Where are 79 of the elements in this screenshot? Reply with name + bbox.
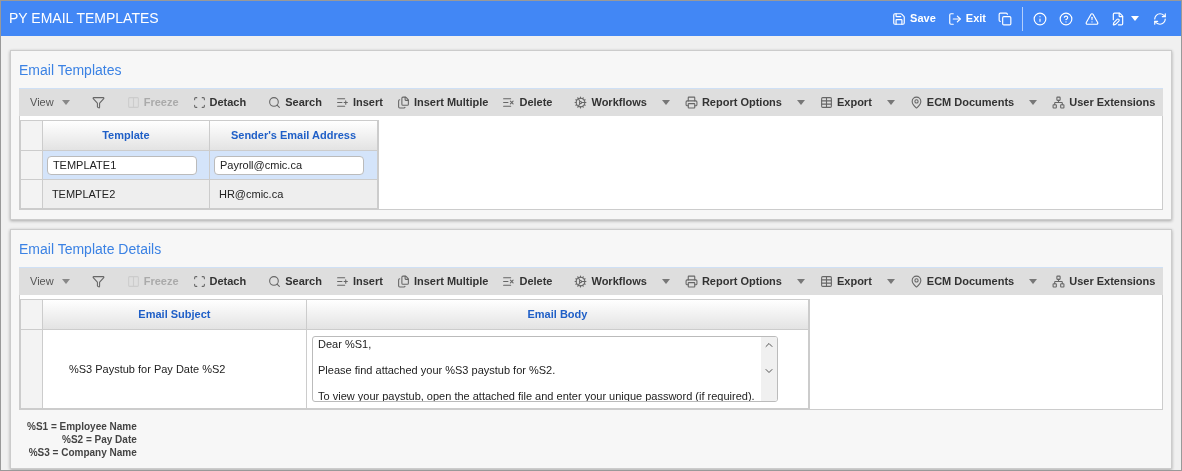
toolbar-button[interactable]: Insert	[328, 90, 390, 115]
toolbar-button[interactable]: Detach	[185, 90, 254, 115]
detach-icon	[192, 275, 206, 288]
detach-icon	[192, 96, 206, 109]
warning-icon	[1085, 11, 1099, 26]
caret-icon[interactable]	[796, 100, 805, 105]
toolbar-button[interactable]: Workflows	[567, 90, 654, 115]
body-text-line: Please find attached your %S3 paystub for %S2.	[318, 364, 557, 377]
toolbar-button[interactable]: Export	[812, 269, 879, 294]
toolbar-button[interactable]: Report Options	[677, 269, 789, 294]
toolbar-button[interactable]: Delete	[495, 90, 560, 115]
pin-icon	[909, 275, 923, 288]
save-icon	[892, 11, 907, 26]
caret-icon[interactable]	[661, 279, 670, 284]
caret-icon[interactable]	[1029, 100, 1038, 105]
exit-icon	[947, 11, 962, 26]
toolbar-button[interactable]: ECM Documents	[902, 90, 1022, 115]
info-icon	[1033, 11, 1047, 26]
view-menu[interactable]: View	[23, 90, 77, 115]
caret-icon[interactable]	[886, 279, 895, 284]
filter-icon	[91, 96, 105, 109]
panel-title: Email Templates	[19, 61, 123, 80]
toolbar-button[interactable]: User Extensions	[1045, 90, 1163, 115]
table-cell-text: HR@cmic.ca	[217, 186, 285, 202]
body-text-line: Dear %S1,	[318, 338, 373, 351]
toolbar-button[interactable]: Insert Multiple	[389, 269, 496, 294]
text-field[interactable]: Payroll@cmic.ca	[213, 155, 364, 175]
insert-icon	[335, 96, 349, 109]
legend-text: %S3 = Company Name	[28, 446, 137, 459]
toolbar-button[interactable]: User Extensions	[1045, 269, 1163, 294]
text-field[interactable]: TEMPLATE1	[46, 155, 197, 175]
caret-icon[interactable]	[886, 100, 895, 105]
search-icon	[268, 96, 282, 109]
toolbar-button[interactable]: Report Options	[677, 90, 789, 115]
search-icon	[268, 275, 282, 288]
pin-icon	[909, 96, 923, 109]
filter-icon	[91, 275, 105, 288]
table-cell-text: TEMPLATE2	[50, 186, 117, 202]
printer-icon	[684, 275, 698, 288]
toolbar-button[interactable]: ECM Documents	[902, 269, 1022, 294]
column-header: Email Body	[306, 300, 809, 329]
table-row[interactable]: TEMPLATE2 HR@cmic.ca	[21, 180, 378, 209]
hierarchy-icon	[1052, 96, 1066, 109]
gears-icon	[574, 275, 588, 288]
help-icon	[1059, 11, 1073, 26]
copy-icon	[998, 11, 1012, 26]
panel-title: Email Template Details	[19, 240, 163, 259]
hierarchy-icon	[1052, 275, 1066, 288]
legend-text: %S1 = Employee Name	[27, 420, 137, 433]
toolbar-button[interactable]: Insert Multiple	[389, 90, 496, 115]
table-row[interactable]: TEMPLATE1 Payroll@cmic.ca	[21, 151, 378, 180]
insert-icon	[335, 275, 349, 288]
caret-icon[interactable]	[1029, 279, 1038, 284]
toolbar-button[interactable]: Insert	[328, 269, 390, 294]
caret-icon[interactable]	[661, 100, 670, 105]
gears-icon	[574, 96, 588, 109]
toolbar-button[interactable]: Detach	[185, 269, 254, 294]
toolbar-button[interactable]: Workflows	[567, 269, 654, 294]
table-cell-text: %S3 Paystub for Pay Date %S2	[68, 361, 226, 377]
table-icon	[819, 96, 833, 109]
view-menu[interactable]: View	[23, 269, 77, 294]
page-title: PY EMAIL TEMPLATES	[9, 9, 160, 28]
delete-icon	[502, 275, 516, 288]
column-header: Sender's Email Address	[209, 121, 378, 150]
toolbar-button[interactable]: Export	[812, 90, 879, 115]
documents-icon	[396, 96, 410, 109]
toolbar-button[interactable]: Search	[261, 269, 329, 294]
column-header: Template	[42, 121, 210, 150]
toolbar-button[interactable]: Delete	[495, 269, 560, 294]
column-header: Email Subject	[42, 300, 307, 329]
refresh-icon	[1153, 11, 1167, 26]
documents-icon	[396, 275, 410, 288]
edit-icon	[1111, 11, 1125, 26]
table-icon	[819, 275, 833, 288]
toolbar-button[interactable]: Search	[261, 90, 329, 115]
printer-icon	[684, 96, 698, 109]
delete-icon	[502, 96, 516, 109]
legend-text: %S2 = Pay Date	[62, 433, 137, 446]
caret-icon[interactable]	[796, 279, 805, 284]
